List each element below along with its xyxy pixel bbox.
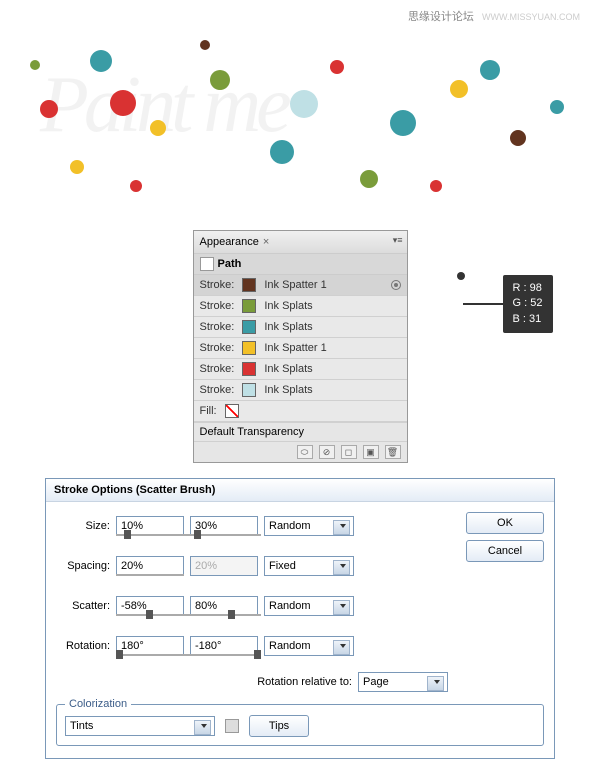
dialog-title: Stroke Options (Scatter Brush) [46, 479, 554, 502]
swatch-icon[interactable] [242, 320, 256, 334]
trash-icon[interactable]: 🗑 [385, 445, 401, 459]
colorization-method-select[interactable]: Tints [65, 716, 215, 736]
no-icon[interactable]: ⊘ [319, 445, 335, 459]
appearance-tab-label: Appearance [200, 236, 259, 248]
path-label: Path [218, 258, 242, 270]
panel-menu-icon[interactable]: ▾≡ [393, 235, 403, 246]
close-icon[interactable]: × [263, 236, 269, 248]
scatter-mode-select[interactable]: Random [264, 596, 354, 616]
swatch-icon[interactable] [242, 341, 256, 355]
stroke-options-dialog: Stroke Options (Scatter Brush) Size: Ran… [45, 478, 555, 759]
target-icon[interactable] [391, 280, 401, 290]
stroke-row-0[interactable]: Stroke: Ink Spatter 1 [194, 275, 407, 296]
rotation-slider[interactable] [116, 654, 261, 656]
link-icon[interactable]: ⬭ [297, 445, 313, 459]
stroke-row-3[interactable]: Stroke: Ink Spatter 1 [194, 338, 407, 359]
cancel-button[interactable]: Cancel [466, 540, 544, 562]
default-transparency[interactable]: Default Transparency [194, 422, 407, 442]
swatch-icon[interactable] [242, 278, 256, 292]
ok-button[interactable]: OK [466, 512, 544, 534]
rotation-input-1[interactable] [116, 636, 184, 656]
colorization-legend: Colorization [65, 698, 131, 710]
rotation-row: Rotation: Random [56, 632, 456, 660]
callout-line [463, 303, 503, 305]
stroke-row-4[interactable]: Stroke: Ink Splats [194, 359, 407, 380]
stroke-row-2[interactable]: Stroke: Ink Splats [194, 317, 407, 338]
panel-footer: ⬭ ⊘ ◻ ▣ 🗑 [194, 442, 407, 462]
spacing-input-1[interactable] [116, 556, 184, 576]
new-icon[interactable]: ▣ [363, 445, 379, 459]
appearance-tab[interactable]: Appearance × [194, 231, 407, 253]
size-mode-select[interactable]: Random [264, 516, 354, 536]
tips-button[interactable]: Tips [249, 715, 309, 737]
rgb-values: R : 98 G : 52 B : 31 [503, 275, 553, 333]
rotation-mode-select[interactable]: Random [264, 636, 354, 656]
rgb-callout: R : 98 G : 52 B : 31 [463, 275, 553, 333]
colorization-fieldset: Colorization Tints Tips [56, 704, 544, 746]
size-row: Size: Random [56, 512, 456, 540]
size-slider[interactable] [116, 534, 261, 536]
stroke-row-1[interactable]: Stroke: Ink Splats [194, 296, 407, 317]
path-header[interactable]: Path [194, 253, 407, 275]
rotation-input-2[interactable] [190, 636, 258, 656]
scatter-slider[interactable] [116, 614, 261, 616]
fill-row[interactable]: Fill: [194, 401, 407, 422]
swatch-icon[interactable] [242, 299, 256, 313]
scatter-input-2[interactable] [190, 596, 258, 616]
path-thumbnail [200, 257, 214, 271]
rot-rel-label: Rotation relative to: [257, 676, 352, 688]
none-fill-icon[interactable] [225, 404, 239, 418]
spacing-mode-select[interactable]: Fixed [264, 556, 354, 576]
spacing-slider[interactable] [116, 574, 184, 576]
stroke-row-5[interactable]: Stroke: Ink Splats [194, 380, 407, 401]
duplicate-icon[interactable]: ◻ [341, 445, 357, 459]
key-color-swatch [225, 719, 239, 733]
artwork-preview: Paint me [10, 20, 590, 220]
rot-rel-select[interactable]: Page [358, 672, 448, 692]
appearance-panel: Appearance × ▾≡ Path Stroke: Ink Spatter… [193, 230, 408, 463]
spacing-row: Spacing: Fixed [56, 552, 456, 580]
spacing-input-2 [190, 556, 258, 576]
scatter-row: Scatter: Random [56, 592, 456, 620]
swatch-icon[interactable] [242, 362, 256, 376]
swatch-icon[interactable] [242, 383, 256, 397]
paint-text: Paint me [40, 60, 287, 151]
